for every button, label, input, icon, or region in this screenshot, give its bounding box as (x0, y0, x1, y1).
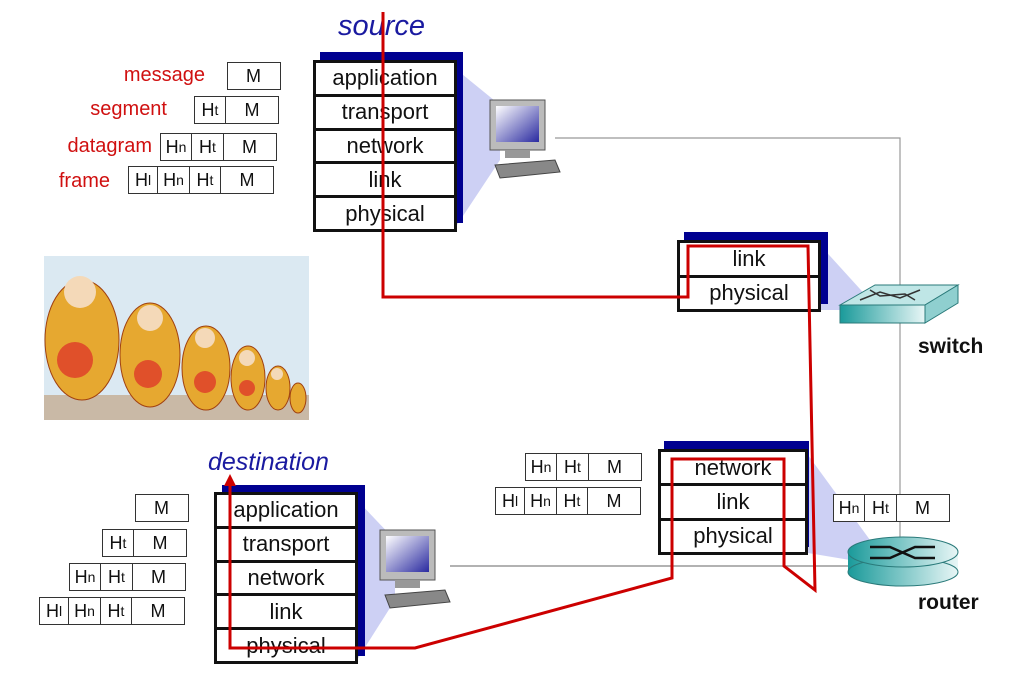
layer-physical: physical (709, 280, 789, 306)
message-cell: M (134, 494, 189, 522)
source-computer-icon (489, 99, 561, 179)
layer-physical: physical (345, 200, 425, 226)
destination-title: destination (208, 448, 329, 476)
source-cone (457, 70, 500, 225)
router-label: router (918, 591, 979, 614)
message-cell: M (220, 166, 274, 194)
packet-destination: HlHnHtM (38, 597, 185, 625)
layer-network: network (316, 131, 454, 165)
packet-source: M (226, 62, 281, 90)
header-cell: Hl (127, 166, 159, 194)
packet-router_out: HnHtM (832, 494, 950, 522)
header-cell: Hn (68, 597, 101, 625)
packet-router_in: HlHnHtM (494, 487, 641, 515)
layer-network: network (661, 452, 805, 487)
message-cell: M (133, 529, 187, 557)
switch-protocol-stack: link physical (677, 240, 821, 312)
layer-physical: physical (246, 632, 326, 658)
packet-source: HtM (193, 96, 279, 124)
source-protocol-stack: application transport network link physical (313, 60, 457, 232)
message-cell: M (587, 487, 641, 515)
switch-icon (838, 284, 960, 324)
layer-link: link (661, 486, 805, 521)
header-cell: Hl (494, 487, 526, 515)
layer-application: application (316, 63, 454, 97)
header-cell: Hl (38, 597, 70, 625)
switch-label: switch (918, 335, 984, 358)
label-message: message (123, 64, 205, 86)
header-cell: Ht (99, 597, 133, 625)
header-cell: Hn (159, 133, 193, 161)
layer-transport: transport (316, 97, 454, 131)
packet-router_in: HnHtM (524, 453, 642, 481)
label-frame: frame (58, 170, 110, 192)
layer-link: link (680, 243, 818, 278)
header-cell: Ht (191, 133, 224, 161)
packet-destination: HtM (101, 529, 187, 557)
packet-destination: HnHtM (68, 563, 186, 591)
source-title: source (338, 10, 426, 42)
header-cell: Hn (832, 494, 866, 522)
packet-source: HlHnHtM (127, 166, 274, 194)
router-icon (847, 536, 959, 587)
header-cell: Hn (524, 487, 557, 515)
header-cell: Ht (556, 453, 589, 481)
message-cell: M (587, 453, 642, 481)
label-segment: segment (90, 98, 167, 120)
header-cell: Ht (193, 96, 227, 124)
message-cell: M (225, 96, 279, 124)
layer-physical: physical (693, 523, 773, 549)
layer-transport: transport (217, 529, 355, 563)
header-cell: Ht (100, 563, 133, 591)
header-cell: Ht (188, 166, 222, 194)
packet-source: HnHtM (159, 133, 277, 161)
header-cell: Ht (101, 529, 135, 557)
destination-computer-icon (379, 529, 451, 609)
layer-link: link (217, 596, 355, 631)
message-cell: M (226, 62, 281, 90)
message-cell: M (131, 597, 185, 625)
packet-destination: M (134, 494, 189, 522)
message-cell: M (895, 494, 950, 522)
layer-link: link (316, 164, 454, 199)
message-cell: M (222, 133, 277, 161)
matryoshka-dolls-photo (44, 256, 309, 420)
header-cell: Ht (555, 487, 589, 515)
header-cell: Hn (157, 166, 190, 194)
label-datagram: datagram (67, 135, 153, 157)
header-cell: Ht (864, 494, 897, 522)
layer-application: application (217, 495, 355, 529)
layer-network: network (217, 563, 355, 597)
message-cell: M (131, 563, 186, 591)
destination-protocol-stack: application transport network link physical (214, 492, 358, 664)
router-protocol-stack: network link physical (658, 449, 808, 555)
header-cell: Hn (524, 453, 558, 481)
header-cell: Hn (68, 563, 102, 591)
